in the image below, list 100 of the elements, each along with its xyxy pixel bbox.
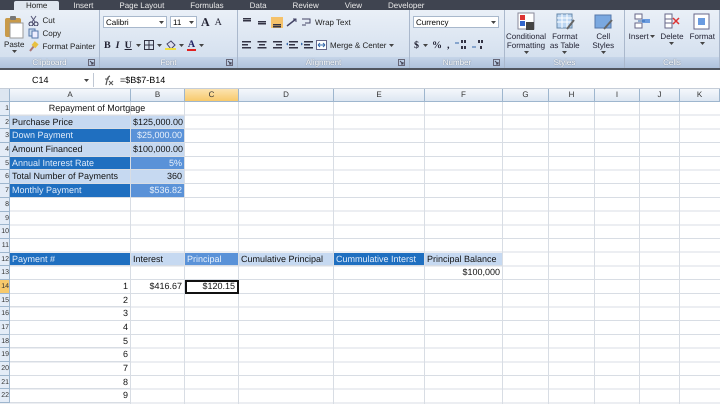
font-size-field[interactable]: 11	[170, 16, 197, 28]
table-cell[interactable]: Principal Balance	[425, 252, 503, 266]
ribbon-button[interactable]: Format as Table	[547, 12, 582, 54]
caret-icon[interactable]	[423, 44, 428, 47]
column-header[interactable]: B	[131, 89, 185, 102]
ribbon-tab[interactable]: View	[332, 1, 374, 10]
underline-button[interactable]: U	[124, 40, 133, 51]
ribbon-tab[interactable]: Developer	[376, 1, 436, 10]
table-cell[interactable]: Interest	[131, 252, 185, 266]
table-cell[interactable]: 1	[10, 280, 131, 294]
column-header[interactable]: F	[425, 89, 503, 102]
comma-style-button[interactable]: ,	[446, 40, 450, 51]
column-header[interactable]: A	[10, 89, 131, 102]
formula-field[interactable]: =$B$7-B14	[120, 73, 720, 87]
table-cell[interactable]: $100,000.00	[131, 143, 185, 157]
table-cell[interactable]: Cummulative Interst	[334, 252, 425, 266]
increase-indent-icon[interactable]	[301, 40, 313, 50]
caret-icon[interactable]	[12, 50, 17, 52]
dialog-launcher-icon[interactable]	[398, 59, 405, 66]
grow-font-button[interactable]: A	[200, 16, 211, 28]
table-cell[interactable]: Purchase Price	[10, 116, 131, 130]
table-cell[interactable]: 3	[10, 307, 131, 321]
caret-icon[interactable]	[189, 20, 194, 24]
table-cell[interactable]: $125,000.00	[131, 116, 185, 130]
paste-button[interactable]: Paste	[3, 14, 26, 54]
decrease-decimal-icon[interactable]	[470, 40, 484, 50]
table-cell[interactable]: 2	[10, 294, 131, 308]
column-header[interactable]: G	[503, 89, 549, 102]
caret-icon[interactable]	[178, 44, 184, 47]
percent-button[interactable]: %	[431, 40, 443, 51]
table-cell[interactable]: 7	[10, 362, 131, 376]
caret-icon[interactable]	[600, 51, 606, 54]
caret-icon[interactable]	[524, 51, 528, 54]
ribbon-tab[interactable]: Review	[280, 1, 331, 10]
caret-icon[interactable]	[136, 44, 141, 47]
ribbon-button[interactable]: Cut	[28, 15, 96, 26]
dialog-launcher-icon[interactable]	[226, 59, 233, 66]
table-cell[interactable]: 9	[10, 389, 131, 404]
ribbon-button[interactable]: Format	[688, 12, 716, 45]
borders-icon[interactable]	[144, 40, 154, 50]
table-cell[interactable]: Total Number of Payments	[10, 170, 131, 184]
caret-icon[interactable]	[700, 42, 705, 45]
text-angle-icon[interactable]	[286, 16, 298, 28]
table-cell[interactable]: Monthly Payment	[10, 184, 131, 198]
caret-icon[interactable]	[84, 78, 89, 82]
ribbon-button[interactable]: Cell Styles	[586, 12, 621, 54]
wrap-text-button[interactable]: Wrap Text	[301, 17, 351, 28]
ribbon-tab[interactable]: Insert	[61, 1, 106, 10]
ribbon-button[interactable]: Copy	[28, 28, 96, 39]
paint-bucket-icon[interactable]	[164, 40, 176, 50]
table-cell[interactable]: Annual Interest Rate	[10, 156, 131, 170]
caret-icon[interactable]	[389, 44, 394, 47]
column-header[interactable]: J	[640, 89, 680, 102]
dialog-launcher-icon[interactable]	[88, 59, 95, 66]
caret-icon[interactable]	[159, 20, 164, 24]
table-cell[interactable]: Down Payment	[10, 129, 131, 144]
ribbon-button[interactable]: Insert	[628, 12, 656, 41]
table-cell[interactable]: $100,000	[425, 266, 503, 280]
column-header[interactable]: I	[595, 89, 640, 102]
align-left-icon[interactable]	[241, 40, 253, 50]
shrink-font-button[interactable]: A	[214, 16, 223, 28]
font-color-button[interactable]: A	[186, 40, 196, 51]
table-cell[interactable]: Payment #	[10, 252, 131, 266]
caret-icon[interactable]	[650, 35, 655, 38]
table-cell[interactable]: 360	[131, 170, 185, 184]
dialog-launcher-icon[interactable]	[493, 59, 500, 66]
ribbon-button[interactable]: Delete	[658, 12, 686, 45]
font-name-field[interactable]: Calibri	[103, 16, 167, 28]
caret-icon[interactable]	[199, 44, 204, 47]
decrease-indent-icon[interactable]	[286, 40, 298, 50]
table-cell[interactable]: 8	[10, 376, 131, 390]
ribbon-tab[interactable]: Formulas	[178, 1, 236, 10]
table-cell[interactable]: 5	[10, 334, 131, 348]
table-cell[interactable]: 4	[10, 321, 131, 335]
increase-decimal-icon[interactable]	[454, 40, 468, 50]
align-bottom-icon[interactable]	[271, 16, 283, 28]
column-header[interactable]: H	[549, 89, 595, 102]
column-header[interactable]: D	[239, 89, 334, 102]
merge-center-button[interactable]: Merge & Center	[316, 40, 394, 50]
bold-button[interactable]: B	[103, 40, 112, 51]
table-cell[interactable]: 6	[10, 348, 131, 362]
align-center-icon[interactable]	[256, 40, 268, 50]
column-header[interactable]: K	[680, 89, 720, 102]
table-cell[interactable]: $120.15	[185, 280, 239, 294]
italic-button[interactable]: I	[114, 40, 121, 51]
name-box[interactable]: C14	[0, 73, 94, 87]
caret-icon[interactable]	[669, 42, 674, 45]
caret-icon[interactable]	[156, 44, 162, 47]
column-header[interactable]: C	[185, 89, 239, 102]
ribbon-tab[interactable]: Page Layout	[107, 1, 176, 10]
caret-icon[interactable]	[491, 20, 496, 24]
currency-button[interactable]: $	[413, 40, 420, 51]
ribbon-button[interactable]: Conditional Formatting	[508, 12, 544, 54]
column-header[interactable]: E	[334, 89, 425, 102]
table-cell[interactable]: $416.67	[131, 280, 185, 294]
table-cell[interactable]: Amount Financed	[10, 143, 131, 157]
ribbon-button[interactable]: Format Painter	[28, 41, 96, 52]
align-right-icon[interactable]	[271, 40, 283, 50]
table-cell[interactable]: Cumulative Principal	[239, 252, 334, 266]
number-format-field[interactable]: Currency	[413, 16, 499, 28]
